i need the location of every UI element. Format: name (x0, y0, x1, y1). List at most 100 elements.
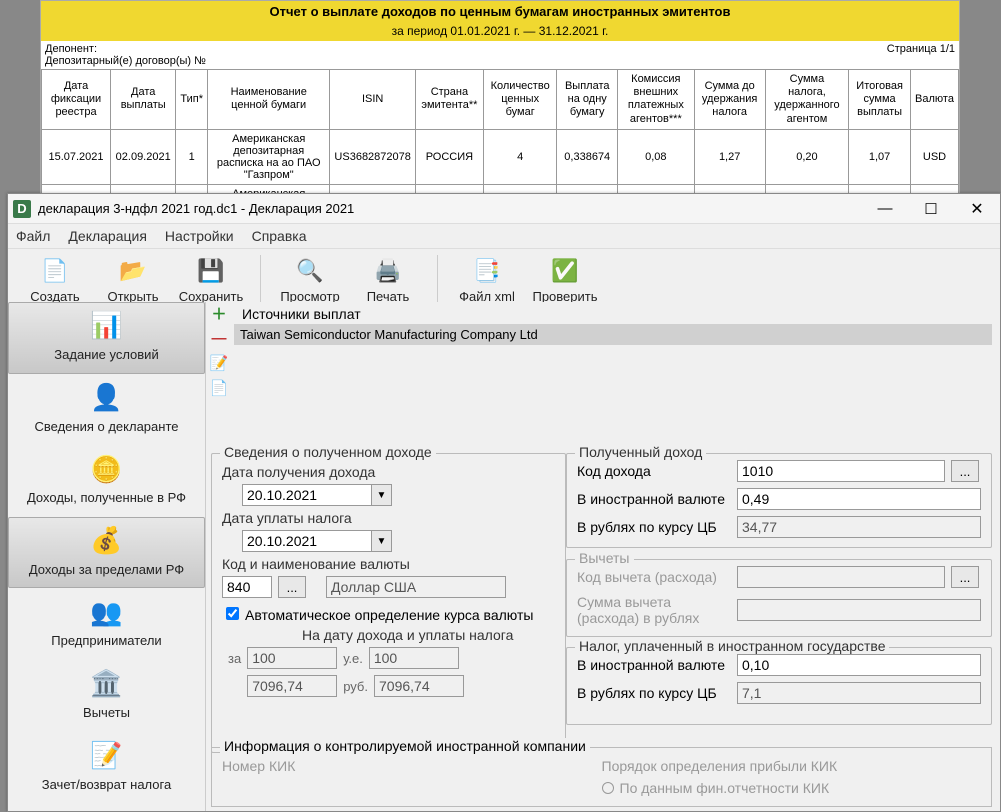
deduction-code-label: Код вычета (расхода) (577, 569, 737, 585)
rate2-input (369, 647, 459, 669)
deponent-label: Депонент: (45, 43, 887, 55)
page-label: Страница 1/1 (887, 43, 955, 67)
sidebar-icon: 📊 (85, 309, 129, 343)
toolbar-icon: 🖨️ (374, 257, 402, 285)
tax-rub-input (737, 682, 981, 704)
sources-list[interactable]: Taiwan Semiconductor Manufacturing Compa… (234, 324, 992, 444)
income-info-legend: Сведения о полученном доходе (220, 444, 436, 460)
report-header: Валюта (910, 70, 958, 130)
toolbar-button[interactable]: 🔍Просмотр (271, 253, 349, 308)
menu-item[interactable]: Настройки (165, 228, 234, 244)
income-rub-input (737, 516, 981, 538)
deduction-code-input (737, 566, 945, 588)
report-title: Отчет о выплате доходов по ценным бумага… (41, 1, 959, 22)
income-code-input[interactable] (737, 460, 945, 482)
deduction-sum-input (737, 599, 981, 621)
sidebar-item[interactable]: 👥Предприниматели (8, 588, 205, 660)
sidebar-item[interactable]: 🏛️ Вычеты (8, 660, 205, 732)
date-received-label: Дата получения дохода (222, 464, 555, 480)
rate1-input (247, 647, 337, 669)
window-title: декларация 3-ндфл 2021 год.dc1 - Деклара… (38, 201, 862, 216)
menu-item[interactable]: Справка (252, 228, 307, 244)
income-code-lookup-button[interactable]: ... (951, 460, 979, 482)
currency-label: Код и наименование валюты (222, 556, 555, 572)
toolbar-button[interactable]: 💾Сохранить (172, 253, 250, 308)
deductions-legend: Вычеты (575, 550, 634, 566)
sidebar-item[interactable]: 💰Доходы за пределами РФ (8, 517, 205, 589)
toolbar-icon: 📄 (41, 257, 69, 285)
cik-fieldset: Информация о контролируемой иностранной … (211, 747, 992, 807)
date-received-input[interactable] (242, 484, 372, 506)
rate-rub1-input (247, 675, 337, 697)
minimize-button[interactable]: — (862, 194, 908, 224)
source-list-item[interactable]: Taiwan Semiconductor Manufacturing Compa… (234, 324, 992, 345)
report-row: 15.07.202102.09.20211Американская депози… (42, 129, 959, 184)
currency-code-input[interactable] (222, 576, 272, 598)
income-foreign-label: В иностранной валюте (577, 491, 737, 507)
sidebar-icon: 👥 (85, 595, 129, 629)
app-window: D декларация 3-ндфл 2021 год.dc1 - Декла… (7, 193, 1001, 812)
maximize-button[interactable]: ☐ (908, 194, 954, 224)
date-received-dropdown[interactable]: ▼ (372, 484, 392, 506)
units-label: у.е. (343, 651, 363, 666)
deduction-sum-label: Сумма вычета (расхода) в рублях (577, 594, 737, 626)
received-legend: Полученный доход (575, 444, 706, 460)
toolbar-button[interactable]: 🖨️Печать (349, 253, 427, 308)
sidebar-icon: 📝 (85, 739, 129, 773)
menu-item[interactable]: Файл (16, 228, 50, 244)
menu-item[interactable]: Декларация (68, 228, 147, 244)
income-rub-label: В рублях по курсу ЦБ (577, 519, 737, 535)
toolbar-icon: 📑 (473, 257, 501, 285)
cik-radio1-label: По данным фин.отчетности КИК (620, 780, 830, 796)
rub-label: руб. (343, 679, 368, 694)
income-code-label: Код дохода (577, 463, 737, 479)
add-source-button[interactable]: ＋ (208, 302, 230, 324)
sidebar-icon: 🪙 (85, 452, 129, 486)
auto-rate-checkbox[interactable] (226, 607, 239, 620)
cik-radio1[interactable] (602, 782, 614, 794)
sidebar-item[interactable]: 📝Зачет/возврат налога (8, 732, 205, 804)
currency-lookup-button[interactable]: ... (278, 576, 306, 598)
sidebar-label: Задание условий (54, 347, 158, 363)
toolbar-icon: 💾 (197, 257, 225, 285)
received-income-fieldset: Полученный доход Код дохода ... В иностр… (566, 453, 992, 548)
report-header: Дата выплаты (111, 70, 176, 130)
za-label: за (228, 651, 241, 666)
tax-rub-label: В рублях по курсу ЦБ (577, 685, 737, 701)
toolbar-button[interactable]: 📂Открыть (94, 253, 172, 308)
sidebar-item[interactable]: 👤Сведения о декларанте (8, 374, 205, 446)
sidebar-item[interactable]: 📊 Задание условий (8, 302, 205, 374)
sidebar-icon: 👤 (85, 381, 129, 415)
tax-foreign-input[interactable] (737, 654, 981, 676)
sidebar-label: Доходы за пределами РФ (29, 562, 184, 578)
report-header: Выплата на одну бумагу (557, 70, 618, 130)
content-pane: ＋ — 📝 📄 Источники выплат Taiwan Semicond… (206, 302, 1000, 811)
close-button[interactable]: ✕ (954, 194, 1000, 224)
app-logo-icon: D (13, 200, 31, 218)
sidebar-icon: 🏛️ (85, 667, 129, 701)
copy-source-button[interactable]: 📄 (208, 377, 230, 399)
cik-order-label: Порядок определения прибыли КИК (602, 758, 982, 774)
sidebar-item[interactable]: 🪙Доходы, полученные в РФ (8, 445, 205, 517)
rate-rub2-input (374, 675, 464, 697)
toolbar-icon: 🔍 (296, 257, 324, 285)
toolbar-button[interactable]: 📄Создать (16, 253, 94, 308)
tax-paid-legend: Налог, уплаченный в иностранном государс… (575, 638, 889, 654)
sidebar-label: Вычеты (83, 705, 130, 721)
date-tax-dropdown[interactable]: ▼ (372, 530, 392, 552)
date-tax-input[interactable] (242, 530, 372, 552)
tax-paid-fieldset: Налог, уплаченный в иностранном государс… (566, 647, 992, 725)
report-header: Страна эмитента** (415, 70, 483, 130)
edit-source-button[interactable]: 📝 (208, 352, 230, 374)
toolbar-button[interactable]: 📑Файл xml (448, 253, 526, 308)
date-tax-label: Дата уплаты налога (222, 510, 555, 526)
remove-source-button[interactable]: — (208, 327, 230, 349)
deduction-code-lookup-button[interactable]: ... (951, 566, 979, 588)
report-header: Наименование ценной бумаги (207, 70, 329, 130)
rate-on-date-label: На дату дохода и уплаты налога (302, 627, 555, 643)
menubar: Файл Декларация Настройки Справка (8, 224, 1000, 249)
toolbar-icon: 📂 (119, 257, 147, 285)
titlebar: D декларация 3-ндфл 2021 год.dc1 - Декла… (8, 194, 1000, 224)
toolbar-button[interactable]: ✅Проверить (526, 253, 604, 308)
income-foreign-input[interactable] (737, 488, 981, 510)
